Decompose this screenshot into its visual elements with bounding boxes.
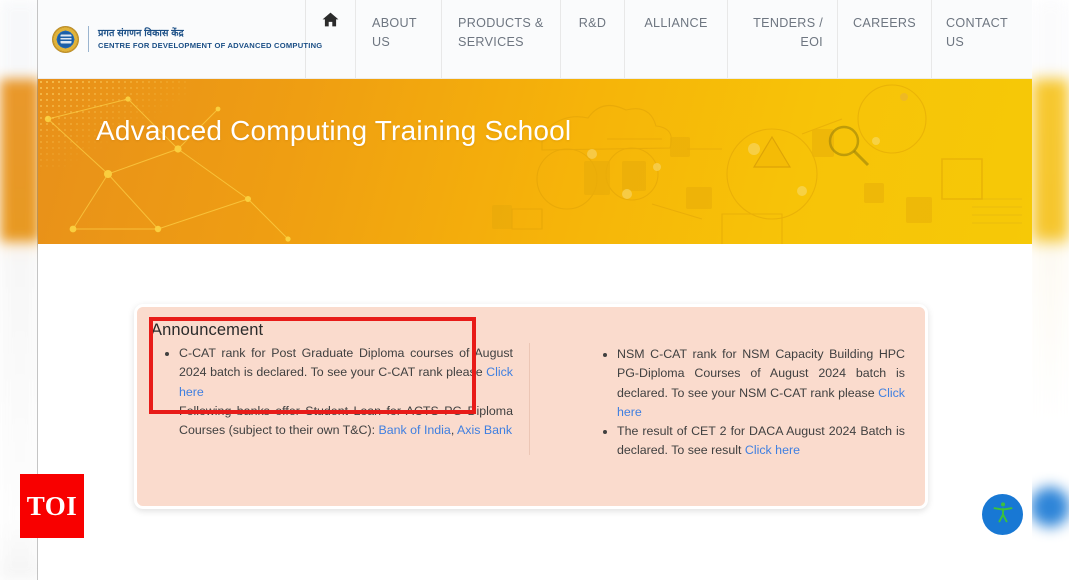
site-header: प्रगत संगणन विकास केंद्र CENTRE FOR DEVE… bbox=[38, 0, 1032, 79]
brand-text: प्रगत संगणन विकास केंद्र CENTRE FOR DEVE… bbox=[98, 28, 322, 50]
site-brand[interactable]: प्रगत संगणन विकास केंद्र CENTRE FOR DEVE… bbox=[38, 0, 322, 78]
toi-logo-text: TOI bbox=[26, 490, 78, 521]
nav-item-about-us[interactable]: ABOUT US bbox=[356, 0, 442, 78]
main-content: Announcement C-CAT rank for Post Graduat… bbox=[38, 244, 1032, 580]
nav-item-contact-us[interactable]: CONTACT US bbox=[932, 0, 1032, 78]
nav-item-alliance[interactable]: ALLIANCE bbox=[625, 0, 728, 78]
page-container: प्रगत संगणन विकास केंद्र CENTRE FOR DEVE… bbox=[38, 0, 1032, 580]
announcement-inner: Announcement C-CAT rank for Post Graduat… bbox=[137, 307, 925, 506]
cdac-emblem-icon bbox=[52, 25, 79, 53]
hero-banner: Advanced Computing Training School / Adv… bbox=[38, 79, 1032, 244]
announcement-column-divider bbox=[529, 343, 530, 455]
list-item: C-CAT rank for Post Graduate Diploma cou… bbox=[179, 344, 517, 402]
announcement-right-column: NSM C-CAT rank for NSM Capacity Building… bbox=[533, 307, 925, 506]
toi-watermark-logo: TOI bbox=[20, 474, 84, 538]
announcement-heading: Announcement bbox=[151, 321, 264, 339]
bank-of-india-link[interactable]: Bank of India bbox=[378, 423, 450, 437]
brand-divider bbox=[88, 26, 89, 52]
hero-network-graphic bbox=[44, 96, 291, 242]
nav-item-home[interactable] bbox=[306, 0, 356, 78]
brand-hindi-name: प्रगत संगणन विकास केंद्र bbox=[98, 27, 184, 39]
list-item: Following banks offer Student Loan for A… bbox=[179, 402, 517, 441]
cet2-result-link[interactable]: Click here bbox=[745, 443, 800, 457]
home-icon bbox=[322, 12, 339, 27]
nav-item-rd[interactable]: R&D bbox=[561, 0, 625, 78]
announcement-text: C-CAT rank for Post Graduate Diploma cou… bbox=[179, 346, 513, 380]
main-navigation: ABOUT US PRODUCTS & SERVICES R&D ALLIANC… bbox=[306, 0, 1032, 78]
announcement-text: NSM C-CAT rank for NSM Capacity Building… bbox=[617, 347, 905, 400]
announcement-right-list: NSM C-CAT rank for NSM Capacity Building… bbox=[585, 345, 909, 461]
list-item: The result of CET 2 for DACA August 2024… bbox=[617, 422, 909, 461]
right-edge-blur bbox=[1030, 0, 1069, 580]
announcement-card: Announcement C-CAT rank for Post Graduat… bbox=[134, 304, 928, 509]
hero-tech-illustration bbox=[492, 84, 1022, 244]
brand-english-name: CENTRE FOR DEVELOPMENT OF ADVANCED COMPU… bbox=[98, 40, 323, 50]
nav-item-tenders-eoi[interactable]: TENDERS / EOI bbox=[728, 0, 838, 78]
accessibility-widget-blur bbox=[1030, 487, 1069, 527]
axis-bank-link[interactable]: Axis Bank bbox=[457, 423, 512, 437]
announcement-left-column: Announcement C-CAT rank for Post Graduat… bbox=[137, 307, 533, 506]
nav-item-products-services[interactable]: PRODUCTS & SERVICES bbox=[442, 0, 561, 78]
page-title: Advanced Computing Training School bbox=[96, 115, 572, 146]
accessibility-person-icon bbox=[991, 500, 1015, 529]
accessibility-widget-button[interactable] bbox=[982, 494, 1023, 535]
announcement-left-list: C-CAT rank for Post Graduate Diploma cou… bbox=[147, 344, 517, 440]
nav-item-careers[interactable]: CAREERS bbox=[838, 0, 932, 78]
list-item: NSM C-CAT rank for NSM Capacity Building… bbox=[617, 345, 909, 422]
